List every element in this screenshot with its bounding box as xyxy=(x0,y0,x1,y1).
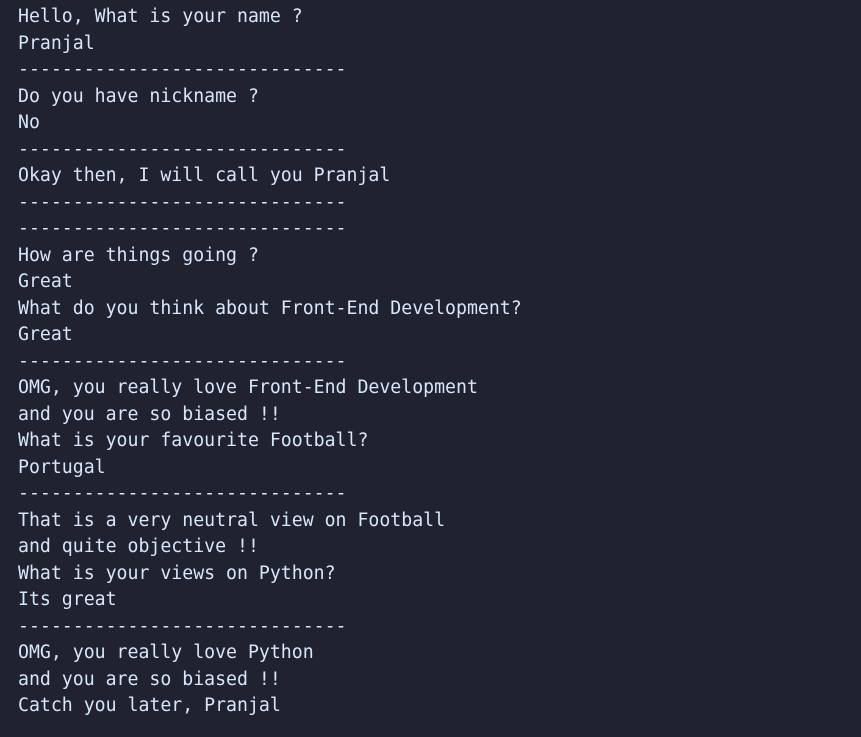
output-line-answer-things: Great xyxy=(18,271,73,292)
output-line-answer-name: Pranjal xyxy=(18,32,95,54)
output-line-prompt-football: What is your favourite Football? xyxy=(18,430,369,451)
output-line-prompt-frontend: What do you think about Front-End Develo… xyxy=(18,297,522,319)
terminal-output: Hello, What is your name ? Pranjal -----… xyxy=(0,0,861,737)
output-line-prompt-nickname: Do you have nickname ? xyxy=(18,85,259,107)
output-line-separator: ------------------------------ xyxy=(18,615,347,637)
output-line-answer-nickname: No xyxy=(18,112,40,133)
output-line-response-biased: and you are so biased !! xyxy=(18,668,281,690)
output-line-separator: ------------------------------ xyxy=(18,350,347,372)
output-line-response-biased: and you are so biased !! xyxy=(18,403,281,425)
output-line-prompt-python: What is your views on Python? xyxy=(18,562,336,584)
output-line-separator: ------------------------------ xyxy=(18,191,347,213)
output-line-farewell: Catch you later, Pranjal xyxy=(18,695,281,716)
output-line-answer-frontend: Great xyxy=(18,324,73,345)
output-line-answer-football: Portugal xyxy=(18,456,106,478)
output-line-response-name: Okay then, I will call you Pranjal xyxy=(18,165,391,186)
output-line-separator: ------------------------------ xyxy=(18,483,347,504)
output-line-separator: ------------------------------ xyxy=(18,59,347,80)
output-line-response-football: That is a very neutral view on Football xyxy=(18,509,446,531)
output-line-separator: ------------------------------ xyxy=(18,138,347,160)
output-line-answer-python: Its great xyxy=(18,589,117,610)
output-line-prompt-name: Hello, What is your name ? xyxy=(18,6,303,27)
output-line-prompt-things: How are things going ? xyxy=(18,244,259,266)
output-line-response-objective: and quite objective !! xyxy=(18,536,259,557)
output-line-response-python: OMG, you really love Python xyxy=(18,642,314,663)
output-line-separator: ------------------------------ xyxy=(18,218,347,239)
output-line-response-frontend: OMG, you really love Front-End Developme… xyxy=(18,377,478,398)
